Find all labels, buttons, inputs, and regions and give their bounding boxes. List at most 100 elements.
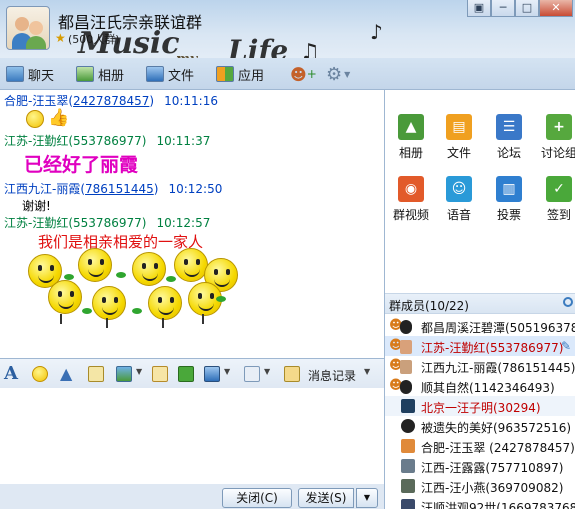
group-avatar[interactable] [6,6,50,50]
screenshot-icon[interactable] [204,366,220,382]
members-title: 群成员(10/22) [389,299,469,313]
magic-hat-icon[interactable]: ▲ [60,364,76,383]
star-icon: ★ [55,31,66,45]
tab-file-label: 文件 [168,68,195,84]
close-window-button[interactable]: ✕ [539,0,573,17]
folder-icon: ▤ [446,114,472,140]
member-item[interactable]: 合肥-汪玉翠 (2427878457) [385,436,575,456]
app-forum[interactable]: ☰ 论坛 [485,114,533,170]
member-item[interactable]: ☻ 都昌周溪汪碧潭(505196378) [385,316,575,336]
search-icon[interactable] [563,297,573,307]
skin-button[interactable]: ▣ [467,0,491,17]
sender-qq-link[interactable]: 2427878457 [73,94,149,108]
window-controls: ▣ ─ □ ✕ [467,0,573,17]
user-avatar [400,360,412,374]
message-time: 10:11:16 [164,94,218,108]
sender-qq[interactable]: 553786977 [73,216,142,230]
chevron-down-icon[interactable]: ▼ [364,367,370,376]
window-shake-icon[interactable] [244,366,260,382]
discussion-icon: + [546,114,572,140]
member-item[interactable]: ☻ 江西九江-丽霞(786151445) [385,356,575,376]
voice-icon: ☺ [446,176,472,202]
chevron-down-icon[interactable]: ▼ [224,367,230,376]
penguin-icon [401,419,415,433]
add-member-icon: ☻ [290,64,307,84]
user-avatar [401,439,415,453]
watermark-music: Music [78,26,180,61]
app-voice[interactable]: ☺ 语音 [435,176,483,232]
message-history-button[interactable]: 消息记录 [308,367,356,384]
member-item[interactable]: 江西-汪露露(757710897) [385,456,575,476]
avatar-person-icon [15,17,29,31]
add-member-button[interactable]: ☻ + [290,64,317,84]
app-video[interactable]: ◉ 群视频 [387,176,435,232]
chevron-down-icon[interactable]: ▼ [264,367,270,376]
minimize-button[interactable]: ─ [491,0,515,17]
member-item[interactable]: ☻ 江苏-汪勤红(553786977) ✎ [385,336,575,356]
app-discussion[interactable]: + 讨论组 [535,114,575,170]
checkin-icon: ✓ [546,176,572,202]
close-button[interactable]: 关闭(C) [222,488,292,508]
music-icon[interactable] [178,366,194,382]
send-button[interactable]: 发送(S) [298,488,354,508]
message-text: 已经好了丽霞 [24,154,139,176]
tab-file[interactable]: 文件 [146,64,194,84]
chevron-down-icon: ▼ [344,69,351,79]
message-input[interactable] [0,388,385,484]
member-item[interactable]: ☻ 顺其自然(1142346493) [385,376,575,396]
member-item[interactable]: 江西-汪小燕(369709082) [385,476,575,496]
app-file[interactable]: ▤ 文件 [435,114,483,170]
penguin-icon [400,380,412,394]
bottom-bar: 关闭(C) 发送(S) ▼ [0,484,385,509]
history-icon[interactable] [284,366,300,382]
tab-apps[interactable]: 应用 [216,64,264,84]
thumbs-up-emoji-icon: 👍 [48,108,70,128]
album-icon [76,66,94,82]
tab-album-label: 相册 [98,68,125,84]
note-icon[interactable] [88,366,104,382]
app-album[interactable]: ▲ 相册 [387,114,435,170]
member-item[interactable]: 被遗失的美好(963572516) [385,416,575,436]
main-toolbar: 聊天 相册 文件 应用 ☻ + ⚙ ▼ [0,58,575,90]
sender-qq-link[interactable]: 786151445 [85,182,154,196]
message-time: 10:12:57 [156,216,211,230]
user-avatar [401,399,415,413]
tab-album[interactable]: 相册 [76,64,124,84]
dancing-smileys-image [20,248,240,328]
sender-qq[interactable]: 553786977 [73,134,142,148]
image-icon[interactable] [116,366,132,382]
sender-name[interactable]: 江苏-汪勤红 [4,134,68,148]
document-icon[interactable] [152,366,168,382]
sender-name[interactable]: 江西九江-丽霞 [4,182,80,196]
maximize-button[interactable]: □ [515,0,539,17]
penguin-icon [400,320,412,334]
message-header: 江苏-汪勤红(553786977) 10:12:57 [4,216,211,230]
emoji-icon[interactable] [32,366,48,382]
send-options-button[interactable]: ▼ [356,488,378,508]
message-header: 合肥-汪玉翠(2427878457) 10:11:16 [4,94,218,108]
group-apps-panel: ▲ 相册 ▤ 文件 ☰ 论坛 + 讨论组 ◉ 群视频 ☺ 语音 ▥ 投票 ✓ 签… [385,90,575,294]
edit-icon[interactable]: ✎ [561,339,571,353]
app-vote[interactable]: ▥ 投票 [485,176,533,232]
gear-icon: ⚙ [326,63,343,85]
app-checkin[interactable]: ✓ 签到 [535,176,575,232]
tab-chat-label: 聊天 [28,68,55,84]
folder-icon [146,66,164,82]
chat-icon [6,66,24,82]
message-header: 江苏-汪勤红(553786977) 10:11:37 [4,134,211,148]
video-icon: ◉ [398,176,424,202]
font-icon[interactable]: A [4,363,20,384]
member-item[interactable]: 北京一汪子明(30294) [385,396,575,416]
sender-name[interactable]: 合肥-汪玉翠 [4,94,68,108]
chevron-down-icon[interactable]: ▼ [136,367,142,376]
vote-icon: ▥ [496,176,522,202]
chat-history[interactable]: 合肥-汪玉翠(2427878457) 10:11:16 👍 江苏-汪勤红(5537… [0,90,385,358]
format-toolbar: A ▲ ▼ ▼ ▼ 消息记录 ▼ [0,358,385,388]
member-list[interactable]: ☻ 都昌周溪汪碧潭(505196378) ☻ 江苏-汪勤红(553786977)… [385,314,575,509]
music-note-icon: ♪ [370,20,383,44]
sender-name[interactable]: 江苏-汪勤红 [4,216,68,230]
message-header: 江西九江-丽霞(786151445) 10:12:50 [4,182,223,196]
settings-button[interactable]: ⚙ ▼ [326,63,351,85]
member-item[interactable]: 汪顺洪观92世(1669783768) [385,496,575,509]
tab-chat[interactable]: 聊天 [6,64,54,84]
